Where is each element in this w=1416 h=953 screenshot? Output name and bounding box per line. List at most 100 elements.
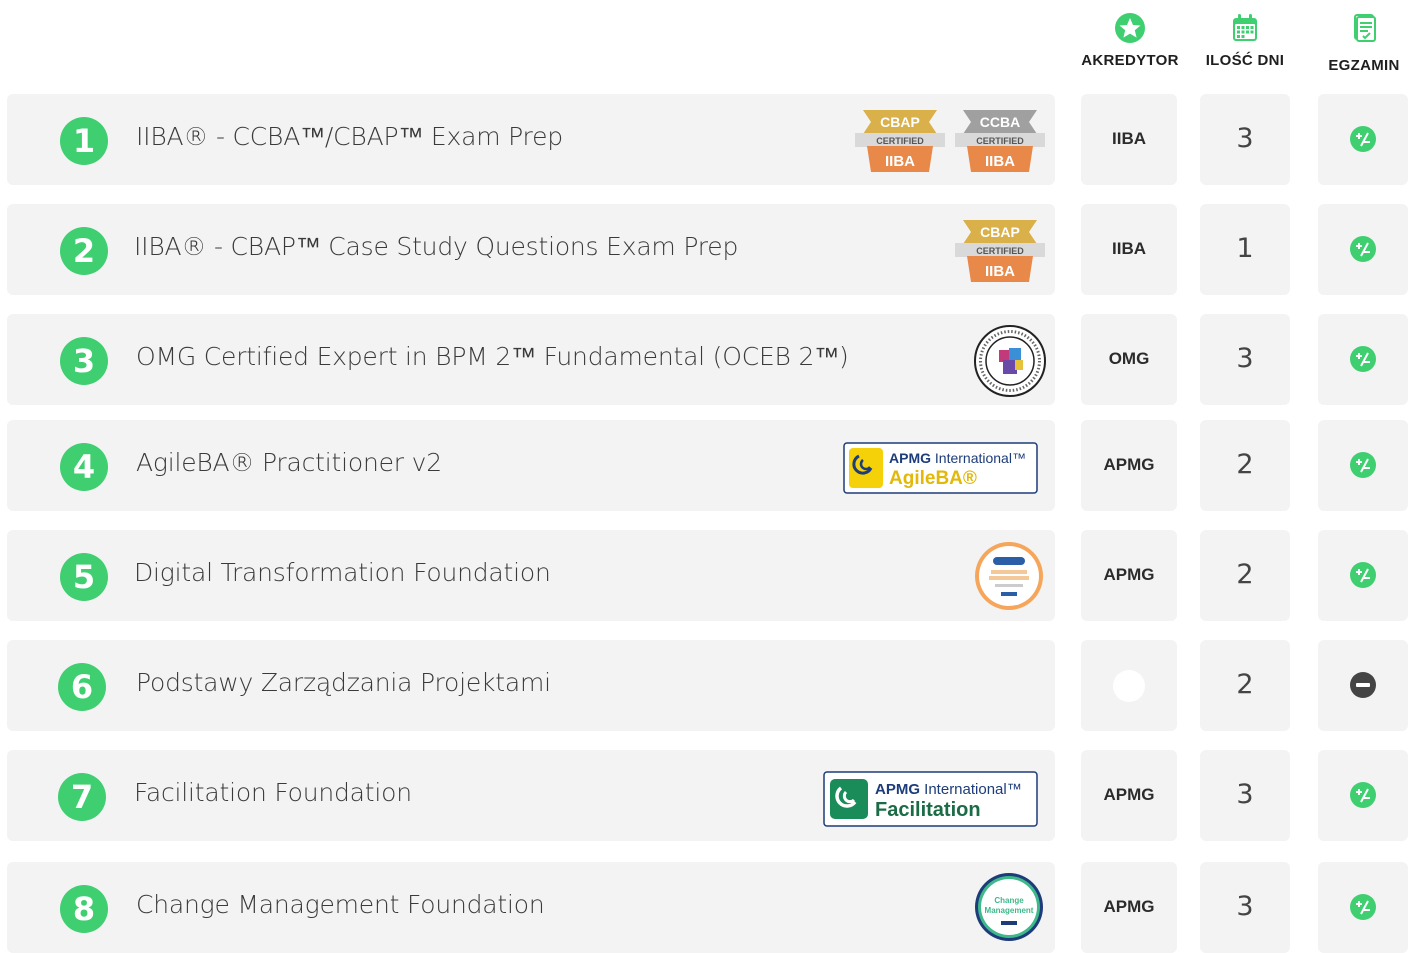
plus-minus-icon: [1350, 782, 1376, 808]
akredytor-cell: APMG: [1081, 750, 1177, 841]
dni-value: 3: [1236, 779, 1254, 810]
akredytor-cell: APMG: [1081, 530, 1177, 621]
header-egzamin: EGZAMIN: [1318, 12, 1410, 74]
course-card[interactable]: 7 Facilitation Foundation APMG Internati…: [7, 750, 1055, 841]
course-title[interactable]: Digital Transformation Foundation: [134, 558, 551, 587]
course-row[interactable]: 2 IIBA® - CBAP™ Case Study Questions Exa…: [0, 204, 1416, 295]
svg-text:CERTIFIED: CERTIFIED: [976, 246, 1024, 256]
akredytor-cell: APMG: [1081, 862, 1177, 953]
course-row[interactable]: 8 Change Management Foundation Change Ma…: [0, 862, 1416, 953]
dni-cell: 3: [1200, 750, 1290, 841]
course-card[interactable]: 8 Change Management Foundation Change Ma…: [7, 862, 1055, 953]
svg-text:APMG International™: APMG International™: [875, 781, 1022, 798]
svg-text:CERTIFIED: CERTIFIED: [976, 136, 1024, 146]
course-card[interactable]: 2 IIBA® - CBAP™ Case Study Questions Exa…: [7, 204, 1055, 295]
course-row[interactable]: 7 Facilitation Foundation APMG Internati…: [0, 750, 1416, 841]
change-management-badge-icon: Change Management: [975, 873, 1043, 941]
row-number: 4: [60, 443, 108, 491]
course-row[interactable]: 4 AgileBA® Practitioner v2 APMG Internat…: [0, 420, 1416, 511]
plus-minus-icon: [1350, 562, 1376, 588]
egzamin-cell: [1318, 862, 1408, 953]
plus-minus-icon: [1350, 452, 1376, 478]
empty-accreditor-placeholder: [1113, 670, 1145, 702]
akredytor-value: OMG: [1108, 349, 1150, 368]
row-number: 6: [58, 663, 106, 711]
egzamin-cell: [1318, 314, 1408, 405]
course-title[interactable]: AgileBA® Practitioner v2: [136, 448, 442, 477]
header-egzamin-label: EGZAMIN: [1328, 57, 1400, 74]
akredytor-value: APMG: [1103, 455, 1155, 474]
course-title[interactable]: Facilitation Foundation: [134, 778, 412, 807]
egzamin-cell: [1318, 94, 1408, 185]
row-number: 1: [60, 117, 108, 165]
course-row[interactable]: 6 Podstawy Zarządzania Projektami 2: [0, 640, 1416, 731]
akredytor-cell: APMG: [1081, 420, 1177, 511]
dni-cell: 1: [1200, 204, 1290, 295]
course-card[interactable]: 4 AgileBA® Practitioner v2 APMG Internat…: [7, 420, 1055, 511]
course-title[interactable]: IIBA® - CCBA™/CBAP™ Exam Prep: [136, 122, 563, 152]
row-number: 3: [60, 337, 108, 385]
svg-text:Facilitation: Facilitation: [875, 799, 981, 821]
course-card[interactable]: 5 Digital Transformation Foundation: [7, 530, 1055, 621]
plus-minus-icon: [1350, 126, 1376, 152]
svg-text:IIBA: IIBA: [985, 153, 1015, 170]
row-number: 8: [60, 885, 108, 933]
egzamin-cell: [1318, 204, 1408, 295]
star-badge-icon: [1115, 13, 1145, 43]
akredytor-value: APMG: [1103, 897, 1155, 916]
akredytor-cell: IIBA: [1081, 204, 1177, 295]
exam-document-icon: [1354, 14, 1376, 42]
svg-text:CBAP: CBAP: [980, 224, 1020, 240]
dni-value: 2: [1236, 449, 1254, 480]
dni-cell: 3: [1200, 862, 1290, 953]
dni-value: 2: [1236, 559, 1254, 590]
header-akredytor: AKREDYTOR: [1073, 12, 1187, 70]
course-row[interactable]: 5 Digital Transformation Foundation APMG…: [0, 530, 1416, 621]
akredytor-cell: OMG: [1081, 314, 1177, 405]
svg-text:Management: Management: [985, 906, 1034, 915]
row-number: 7: [58, 773, 106, 821]
akredytor-value: APMG: [1103, 785, 1155, 804]
course-card[interactable]: 6 Podstawy Zarządzania Projektami: [7, 640, 1055, 731]
egzamin-cell: [1318, 530, 1408, 621]
course-card[interactable]: 3 OMG Certified Expert in BPM 2™ Fundame…: [7, 314, 1055, 405]
egzamin-cell: [1318, 750, 1408, 841]
svg-text:IIBA: IIBA: [985, 263, 1015, 280]
dni-value: 3: [1236, 343, 1254, 374]
header-ilosc-dni: ILOŚĆ DNI: [1195, 12, 1295, 70]
ccba-badge-icon: CCBA CERTIFIED IIBA: [955, 110, 1045, 172]
header-akredytor-label: AKREDYTOR: [1081, 52, 1179, 69]
akredytor-value: APMG: [1103, 565, 1155, 584]
apmg-facilitation-logo-icon: APMG International™ Facilitation: [823, 771, 1038, 827]
calendar-icon: [1233, 14, 1257, 41]
svg-text:CERTIFIED: CERTIFIED: [876, 136, 924, 146]
course-row[interactable]: 1 IIBA® - CCBA™/CBAP™ Exam Prep CBAP CER…: [0, 94, 1416, 185]
egzamin-cell: [1318, 640, 1408, 731]
egzamin-cell: [1318, 420, 1408, 511]
header-ilosc-dni-label: ILOŚĆ DNI: [1205, 52, 1285, 69]
digital-transformation-badge-icon: [975, 542, 1043, 610]
dni-cell: 3: [1200, 94, 1290, 185]
dni-value: 1: [1236, 233, 1254, 264]
dni-value: 3: [1236, 891, 1254, 922]
plus-minus-icon: [1350, 894, 1376, 920]
dni-cell: 2: [1200, 530, 1290, 621]
akredytor-cell: IIBA: [1081, 94, 1177, 185]
dni-value: 3: [1236, 123, 1254, 154]
akredytor-value: IIBA: [1112, 129, 1146, 148]
svg-text:IIBA: IIBA: [885, 153, 915, 170]
plus-minus-icon: [1350, 346, 1376, 372]
course-card[interactable]: 1 IIBA® - CCBA™/CBAP™ Exam Prep CBAP CER…: [7, 94, 1055, 185]
dni-cell: 2: [1200, 420, 1290, 511]
dni-value: 2: [1236, 669, 1254, 700]
course-title[interactable]: IIBA® - CBAP™ Case Study Questions Exam …: [134, 232, 738, 262]
course-row[interactable]: 3 OMG Certified Expert in BPM 2™ Fundame…: [0, 314, 1416, 405]
akredytor-cell: [1081, 640, 1177, 731]
plus-minus-icon: [1350, 236, 1376, 262]
svg-text:APMG International™: APMG International™: [889, 450, 1026, 466]
svg-text:CCBA: CCBA: [980, 114, 1020, 130]
dni-cell: 2: [1200, 640, 1290, 731]
course-title[interactable]: Change Management Foundation: [136, 890, 545, 919]
course-title[interactable]: Podstawy Zarządzania Projektami: [136, 668, 551, 697]
course-title[interactable]: OMG Certified Expert in BPM 2™ Fundament…: [136, 342, 849, 372]
